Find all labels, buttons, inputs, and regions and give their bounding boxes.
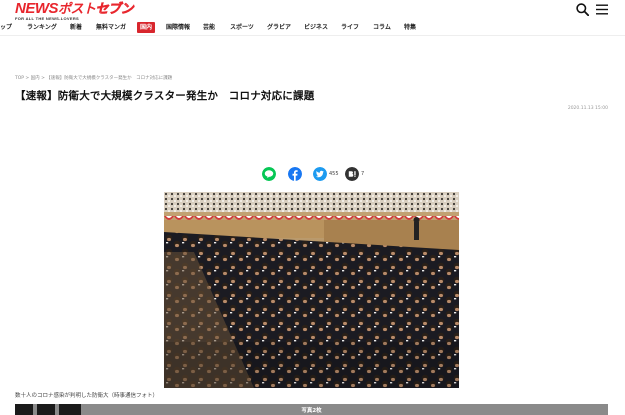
photo-thumbnails [15, 404, 85, 415]
photo-thumbnail[interactable] [15, 404, 33, 415]
nav-item-new[interactable]: 新着 [70, 22, 82, 33]
hatena-icon[interactable] [345, 167, 359, 181]
logo-seven-text: セブン [95, 1, 134, 16]
facebook-icon[interactable] [288, 167, 302, 181]
site-header: NEWSポストセブン FOR ALL THE NEWS-LOVERS [0, 0, 625, 21]
nav-item-sports[interactable]: スポーツ [230, 22, 254, 33]
search-icon[interactable] [576, 3, 589, 16]
logo-news-text: NEWS [15, 0, 59, 17]
nav-item-international[interactable]: 国際情報 [166, 22, 190, 33]
logo-post-text: ポスト [58, 1, 96, 16]
nav-item-life[interactable]: ライフ [341, 22, 359, 33]
photo-thumbnail[interactable] [37, 404, 55, 415]
defense-academy-ceremony-photo [164, 192, 459, 388]
nav-item-manga[interactable]: 無料マンガ [96, 22, 126, 33]
article-date: 2020.11.13 15:00 [567, 106, 608, 111]
nav-item-domestic[interactable]: 国内 [137, 22, 156, 33]
twitter-icon[interactable] [313, 167, 327, 181]
nav-divider [0, 35, 625, 36]
site-logo[interactable]: NEWSポストセブン FOR ALL THE NEWS-LOVERS [15, 0, 134, 21]
photo-thumbnail[interactable] [59, 404, 81, 415]
nav-item-entertainment[interactable]: 芸能 [203, 22, 215, 33]
article-photo[interactable] [164, 192, 459, 388]
menu-icon[interactable] [596, 4, 608, 15]
nav-item-column[interactable]: コラム [373, 22, 391, 33]
nav-item-top[interactable]: ップ [0, 22, 12, 33]
photo-caption: 数十人のコロナ感染が判明した防衛大（時事通信フォト） [15, 393, 159, 399]
nav-item-gravure[interactable]: グラビア [267, 22, 291, 33]
hatena-count: 7 [361, 171, 365, 177]
nav-item-ranking[interactable]: ランキング [27, 22, 57, 33]
photo-count-label: 写真2枚 [301, 408, 322, 414]
nav-item-special[interactable]: 特集 [404, 22, 416, 33]
line-icon[interactable] [262, 167, 276, 181]
photo-gallery-bar[interactable]: 写真2枚 [15, 404, 608, 415]
nav-item-business[interactable]: ビジネス [304, 22, 328, 33]
breadcrumb[interactable]: TOP > 国内 > 【速報】防衛大で大規模クラスター発生か コロナ対応に課題 [15, 75, 172, 81]
category-nav: ップ ランキング 新着 無料マンガ 国内 国際情報 芸能 スポーツ グラビア ビ… [0, 20, 625, 35]
article-title: 【速報】防衛大で大規模クラスター発生か コロナ対応に課題 [15, 90, 315, 102]
twitter-count: 455 [329, 171, 339, 177]
